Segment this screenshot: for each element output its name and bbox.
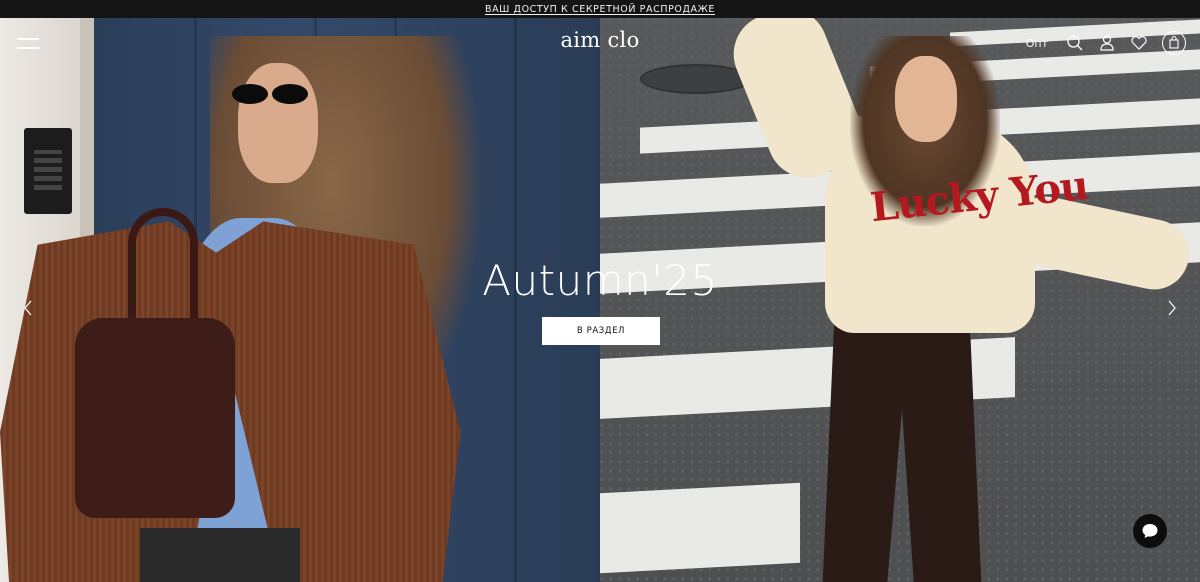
intercom-panel [24,128,72,214]
search-icon [1067,35,1083,51]
chat-button[interactable] [1133,514,1167,548]
chat-bubble-icon [1142,524,1158,538]
logo-text[interactable]: aim clo [560,28,639,52]
heart-icon [1131,36,1147,50]
manhole-cover [640,64,752,94]
promo-bar: ВАШ ДОСТУП К СЕКРЕТНОЙ РАСПРОДАЖЕ [0,0,1200,18]
header-actions: Опт [1026,31,1186,55]
user-icon [1100,35,1114,51]
menu-icon [17,38,39,40]
cart-button[interactable] [1162,31,1186,55]
cart-icon [1169,35,1179,49]
account-button[interactable] [1098,34,1116,52]
sunglasses [232,84,312,106]
wholesale-link[interactable]: Опт [1026,37,1048,50]
wishlist-button[interactable] [1130,34,1148,52]
menu-button[interactable] [17,38,39,50]
shop-section-button[interactable]: В РАЗДЕЛ [542,317,660,345]
suede-bag [75,318,235,518]
hero-title: Autumn'25 [482,256,718,305]
search-button[interactable] [1066,34,1084,52]
secret-sale-link[interactable]: ВАШ ДОСТУП К СЕКРЕТНОЙ РАСПРОДАЖЕ [485,4,715,15]
